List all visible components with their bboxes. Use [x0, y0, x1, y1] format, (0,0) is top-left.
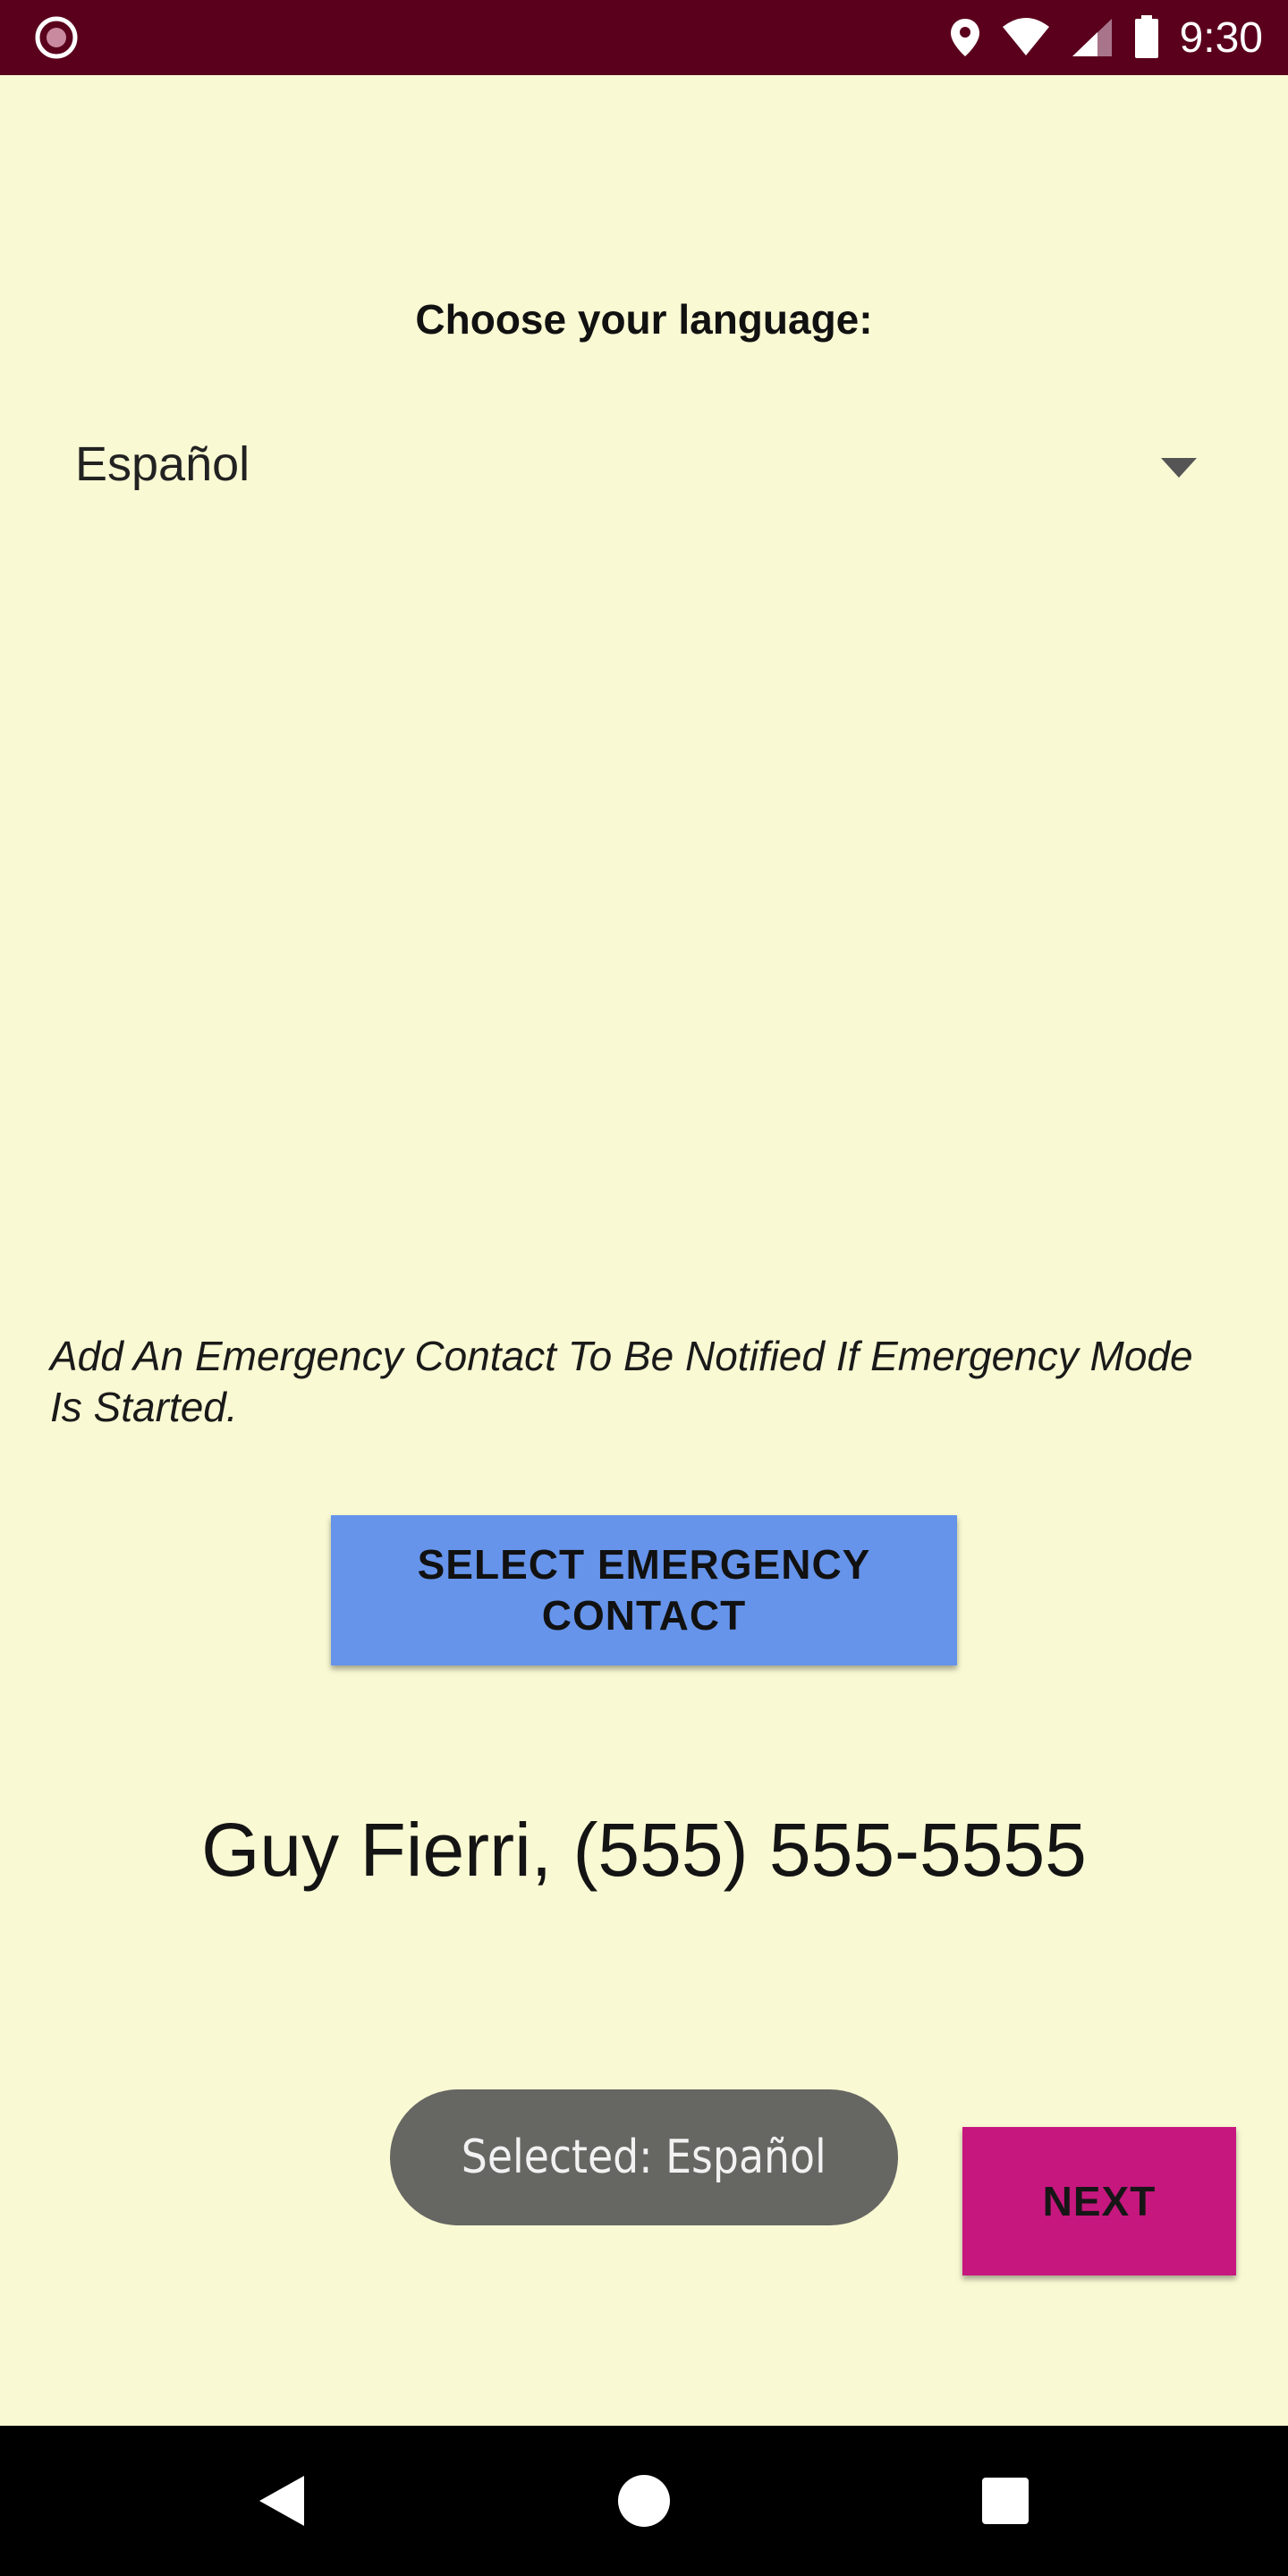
recents-icon[interactable]	[970, 2465, 1041, 2537]
dropdown-arrow-icon	[1161, 458, 1197, 478]
navigation-bar	[0, 2426, 1288, 2576]
language-spinner[interactable]: Español	[50, 420, 1213, 519]
status-time: 9:30	[1179, 13, 1263, 62]
cell-signal-icon	[1072, 19, 1112, 56]
back-icon[interactable]	[249, 2465, 320, 2537]
home-icon[interactable]	[608, 2465, 680, 2537]
emergency-contact-note: Add An Emergency Contact To Be Notified …	[50, 1333, 1193, 1430]
location-icon	[950, 19, 979, 56]
select-emergency-contact-label: SELECT EMERGENCY CONTACT	[417, 1541, 871, 1639]
toast: Selected: Español	[390, 2089, 898, 2225]
emergency-contact-display: Guy Fierri, (555) 555-5555	[201, 1808, 1087, 1892]
select-emergency-contact-button[interactable]: SELECT EMERGENCY CONTACT	[331, 1515, 957, 1665]
status-bar: 9:30	[0, 0, 1288, 75]
next-label: NEXT	[1042, 2178, 1157, 2224]
next-button[interactable]: NEXT	[962, 2127, 1236, 2275]
language-selected-value: Español	[75, 437, 250, 491]
wifi-icon	[1002, 18, 1049, 55]
language-heading: Choose your language:	[415, 296, 873, 343]
toast-text: Selected: Español	[462, 2131, 826, 2184]
app-notification-icon	[35, 16, 78, 59]
battery-icon	[1134, 15, 1158, 58]
status-icons: 9:30	[949, 0, 1263, 75]
